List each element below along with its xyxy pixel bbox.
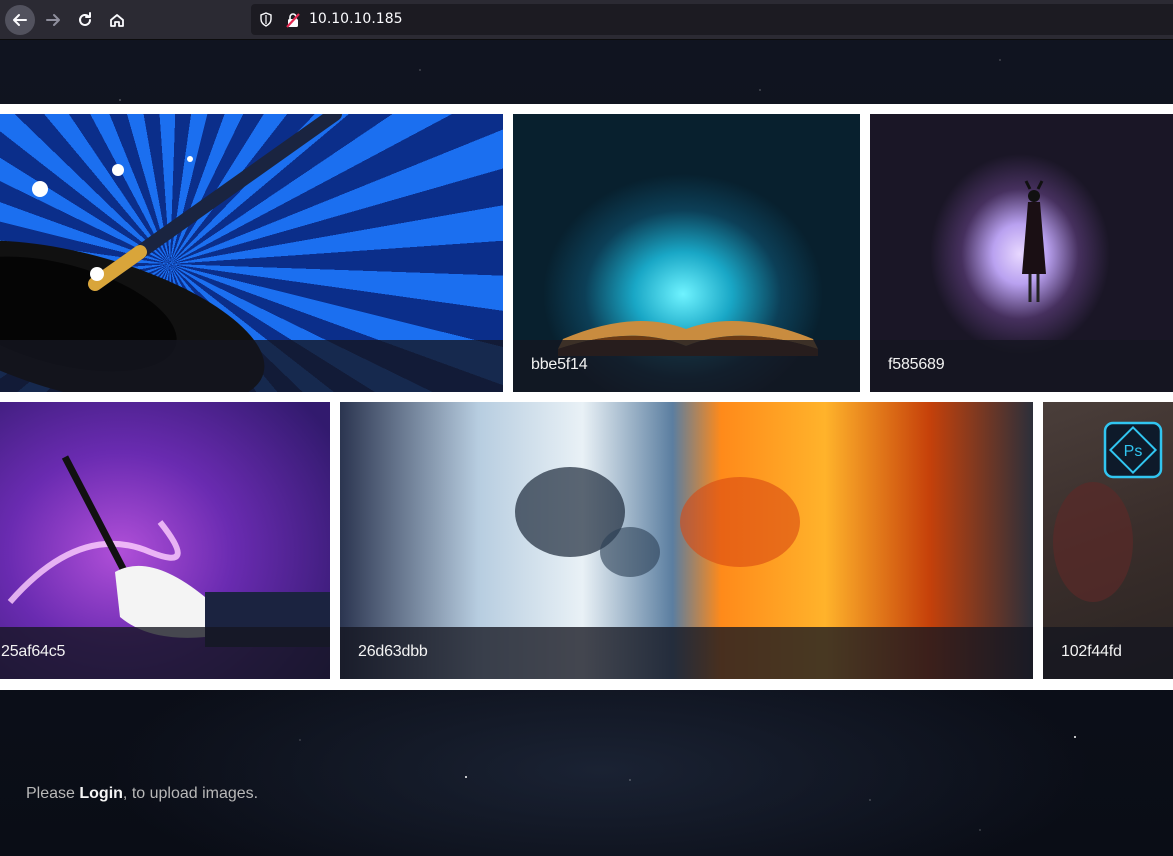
login-prompt-prefix: Please: [26, 785, 80, 802]
gallery-image-1[interactable]: [0, 114, 503, 392]
image-caption-bar: 102f44fd: [1043, 627, 1173, 679]
browser-toolbar: 10.10.10.185: [0, 0, 1173, 40]
gallery-image-3[interactable]: f585689: [870, 114, 1173, 392]
reload-icon: [79, 12, 91, 26]
url-bar[interactable]: 10.10.10.185: [251, 4, 1173, 35]
image-caption: f585689: [888, 356, 945, 373]
gallery-image-6[interactable]: Ps 102f44fd: [1043, 402, 1173, 679]
page-content: bbe5f14 f585689 25af64c5 26d63dbb Ps 102…: [0, 40, 1173, 856]
image-caption-bar: [0, 340, 503, 392]
login-prompt-suffix: , to upload images.: [122, 785, 259, 802]
insecure-lock-icon[interactable]: [285, 12, 301, 28]
image-caption: bbe5f14: [531, 356, 588, 373]
back-button[interactable]: [5, 5, 35, 35]
image-caption: 25af64c5: [1, 643, 66, 660]
gallery-image-4[interactable]: 25af64c5: [0, 402, 330, 679]
login-prompt: Please Login, to upload images.: [26, 785, 258, 803]
gallery-image-2[interactable]: bbe5f14: [513, 114, 860, 392]
photoshop-badge-icon: Ps: [1124, 443, 1143, 460]
image-caption: 26d63dbb: [358, 643, 428, 660]
login-link[interactable]: Login: [79, 785, 123, 802]
home-icon: [110, 14, 124, 27]
image-caption-bar: 26d63dbb: [340, 627, 1033, 679]
home-button[interactable]: [102, 5, 132, 35]
image-caption-bar: f585689: [870, 340, 1173, 392]
reload-button[interactable]: [70, 5, 100, 35]
forward-arrow-icon: [46, 14, 60, 26]
back-arrow-icon: [13, 14, 27, 26]
image-caption-bar: 25af64c5: [0, 627, 330, 679]
gallery-image-5[interactable]: 26d63dbb: [340, 402, 1033, 679]
url-text: 10.10.10.185: [309, 11, 403, 27]
forward-button[interactable]: [38, 5, 68, 35]
image-caption: 102f44fd: [1061, 643, 1122, 660]
image-caption-bar: bbe5f14: [513, 340, 860, 392]
shield-icon[interactable]: [259, 12, 273, 27]
